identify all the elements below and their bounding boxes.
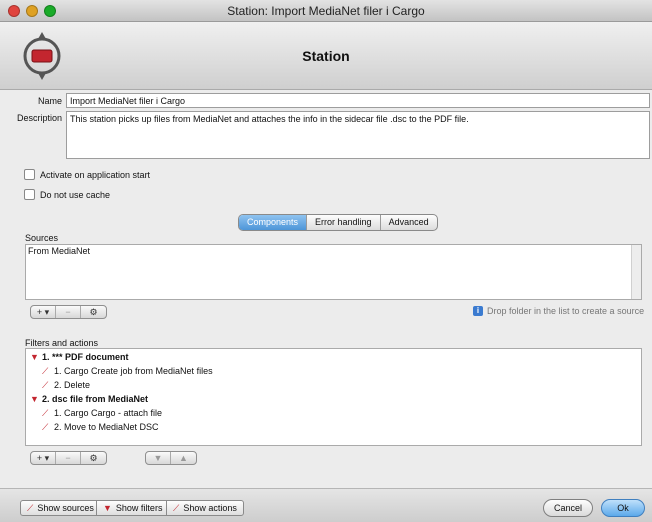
gear-icon[interactable]: ⚙ — [81, 452, 106, 464]
page-title: Station — [302, 48, 350, 64]
tree-row-action[interactable]: ⟋ 2. Move to MediaNet DSC — [28, 420, 639, 434]
sources-button-bar: + ▾ − ⚙ — [30, 305, 107, 319]
description-label: Description — [16, 113, 62, 123]
tree-row-action[interactable]: ⟋ 1. Cargo Cargo - attach file — [28, 406, 639, 420]
tree-row-filter[interactable]: ▼ 1. *** PDF document — [28, 350, 639, 364]
sources-label: Sources — [25, 233, 59, 243]
reorder-button-bar: ▼ ▲ — [145, 451, 197, 465]
footer-bar: ⟋ Show sources ▼ Show filters ⟋ Show act… — [0, 488, 652, 522]
activate-on-start-checkbox[interactable]: Activate on application start — [24, 169, 150, 180]
info-icon: i — [473, 306, 483, 316]
remove-source-button[interactable]: − — [56, 306, 81, 318]
action-icon: ⟋ — [173, 503, 180, 513]
tab-advanced[interactable]: Advanced — [381, 215, 437, 230]
tree-row-label: 1. Cargo Cargo - attach file — [54, 408, 163, 418]
tree-row-label: 1. *** PDF document — [42, 352, 129, 362]
tree-row-label: 2. Delete — [54, 380, 91, 390]
description-field[interactable]: This station picks up files from MediaNe… — [66, 111, 650, 159]
list-item[interactable]: From MediaNet — [26, 245, 641, 257]
do-not-use-cache-label: Do not use cache — [40, 189, 111, 200]
filters-tree[interactable]: ▼ 1. *** PDF document ⟋ 1. Cargo Create … — [25, 348, 642, 446]
drop-folder-hint: i Drop folder in the list to create a so… — [473, 306, 644, 316]
add-filter-button[interactable]: + ▾ — [31, 452, 56, 464]
filters-label: Filters and actions — [25, 338, 99, 348]
show-filters-label: Show filters — [115, 503, 163, 513]
action-icon: ⟋ — [42, 380, 49, 390]
action-icon: ⟋ — [42, 408, 49, 418]
title-bar: Station: Import MediaNet filer i Cargo — [0, 0, 652, 22]
checkbox-box[interactable] — [24, 189, 35, 200]
move-up-button[interactable]: ▲ — [171, 452, 196, 464]
tab-components[interactable]: Components — [239, 215, 308, 230]
tree-row-label: 2. Move to MediaNet DSC — [54, 422, 159, 432]
name-label: Name — [37, 96, 62, 106]
sources-list[interactable]: From MediaNet — [25, 244, 642, 300]
checkbox-box[interactable] — [24, 169, 35, 180]
gear-icon[interactable]: ⚙ — [81, 306, 106, 318]
tab-bar: Components Error handling Advanced — [238, 214, 438, 231]
tree-row-action[interactable]: ⟋ 2. Delete — [28, 378, 639, 392]
tree-row-label: 1. Cargo Create job from MediaNet files — [54, 366, 213, 376]
cancel-button[interactable]: Cancel — [543, 499, 593, 517]
window-title: Station: Import MediaNet filer i Cargo — [227, 4, 425, 18]
filter-icon: ▼ — [30, 352, 39, 362]
ok-button[interactable]: Ok — [601, 499, 645, 517]
move-down-button[interactable]: ▼ — [146, 452, 171, 464]
source-icon: ⟋ — [27, 503, 34, 513]
filter-icon: ▼ — [103, 503, 112, 513]
tree-row-action[interactable]: ⟋ 1. Cargo Create job from MediaNet file… — [28, 364, 639, 378]
filters-button-bar: + ▾ − ⚙ — [30, 451, 107, 465]
tree-row-filter[interactable]: ▼ 2. dsc file from MediaNet — [28, 392, 639, 406]
sources-scrollbar[interactable] — [631, 245, 641, 299]
do-not-use-cache-checkbox[interactable]: Do not use cache — [24, 189, 110, 200]
activate-on-start-label: Activate on application start — [40, 169, 151, 180]
filter-icon: ▼ — [30, 394, 39, 404]
remove-filter-button[interactable]: − — [56, 452, 81, 464]
action-icon: ⟋ — [42, 366, 49, 376]
tree-row-label: 2. dsc file from MediaNet — [42, 394, 149, 404]
show-sources-button[interactable]: ⟋ Show sources — [20, 500, 101, 516]
show-filters-button[interactable]: ▼ Show filters — [96, 500, 170, 516]
add-source-button[interactable]: + ▾ — [31, 306, 56, 318]
name-field[interactable]: Import MediaNet filer i Cargo — [66, 93, 650, 108]
action-icon: ⟋ — [42, 422, 49, 432]
show-actions-label: Show actions — [183, 503, 237, 513]
show-actions-button[interactable]: ⟋ Show actions — [166, 500, 244, 516]
tab-error-handling[interactable]: Error handling — [307, 215, 381, 230]
station-header: Station — [0, 22, 652, 90]
show-sources-label: Show sources — [37, 503, 94, 513]
drop-folder-hint-text: Drop folder in the list to create a sour… — [487, 306, 645, 316]
